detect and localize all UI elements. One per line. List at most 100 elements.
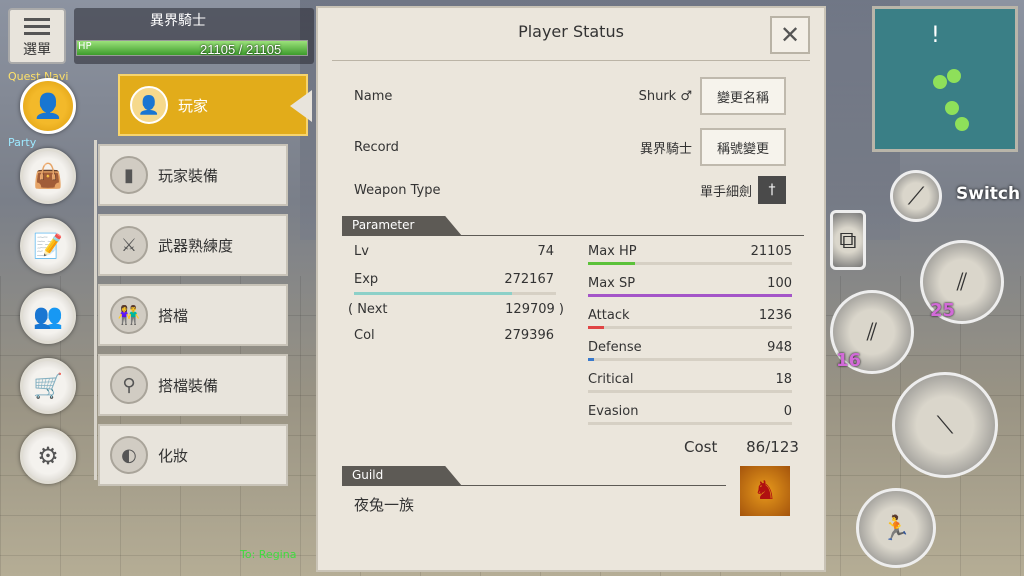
claw-icon: ⟋ — [907, 182, 925, 210]
minimap-marker — [955, 117, 969, 131]
minimap[interactable]: ! — [872, 6, 1018, 152]
rapier-icon: ⟍ — [936, 411, 954, 439]
stat-label: Attack — [588, 308, 630, 323]
submenu-partner[interactable]: 👫 搭檔 — [98, 284, 288, 346]
inventory-menu-circle[interactable]: 👜 — [20, 148, 76, 204]
sword-skill-icon: ⫽ — [866, 318, 878, 346]
exp-bar — [354, 292, 556, 295]
exp-value: 272167 — [504, 272, 554, 287]
submenu-weapon-proficiency[interactable]: ⚔ 武器熟練度 — [98, 214, 288, 276]
stat-row: Defense 948 — [588, 340, 792, 361]
hamburger-icon — [24, 18, 50, 35]
guild-heading: Guild — [342, 466, 462, 486]
party-label[interactable]: Party — [8, 136, 36, 149]
quest-menu-circle[interactable]: 📝 — [20, 218, 76, 274]
hp-text: 21105 / 21105 — [200, 42, 282, 57]
lv-row: Lv 74 — [354, 244, 554, 259]
attack-button[interactable]: ⟍ — [892, 372, 998, 478]
bag-icon: 👜 — [33, 162, 63, 190]
stat-bar — [588, 294, 792, 297]
stat-bar — [588, 358, 792, 361]
stat-row: Max SP 100 — [588, 276, 792, 297]
next-label: ( Next — [348, 302, 388, 317]
stat-bar — [588, 390, 792, 393]
stat-bar-fill — [588, 358, 595, 361]
stat-row-text: Critical 18 — [588, 372, 792, 387]
player-menu-circle[interactable]: 👤 — [20, 78, 76, 134]
submenu-pointer — [290, 90, 312, 122]
stat-value: 948 — [767, 340, 792, 355]
exp-label: Exp — [354, 272, 379, 287]
stat-label: Max HP — [588, 244, 637, 259]
person-icon: 👤 — [130, 86, 168, 124]
next-row: ( Next 129709 ) — [348, 302, 564, 317]
weapon-type-row: Weapon Type 單手細劍 † — [354, 170, 786, 210]
menu-label: 選單 — [23, 42, 51, 58]
player-title: 異界騎士 — [150, 13, 206, 29]
submenu-player-equipment[interactable]: ▮ 玩家裝備 — [98, 144, 288, 206]
submenu-makeup[interactable]: ◐ 化妝 — [98, 424, 288, 486]
col-label: Col — [354, 328, 375, 343]
friends-icon: 👥 — [33, 302, 63, 330]
weapon-type-value: 單手細劍 — [699, 184, 752, 200]
running-figure-icon: 🏃 — [881, 514, 911, 542]
player-status-panel: Player Status ✕ Name Shurk ♂ 變更名稱 Record… — [316, 6, 826, 572]
stat-row: Max HP 21105 — [588, 244, 792, 265]
rename-button[interactable]: 變更名稱 — [700, 77, 786, 115]
stat-value: 0 — [783, 404, 792, 419]
exp-bar-fill — [354, 292, 512, 295]
stat-row-text: Max HP 21105 — [588, 244, 792, 259]
submenu-partner-equipment[interactable]: ⚲ 搭檔裝備 — [98, 354, 288, 416]
switch-label: Switch — [956, 184, 1021, 204]
stat-bar — [588, 326, 792, 329]
parameter-divider — [342, 235, 804, 236]
stat-value: 21105 — [750, 244, 792, 259]
stat-row-text: Max SP 100 — [588, 276, 792, 291]
menu-connector-line — [94, 140, 97, 480]
weapon-type-label: Weapon Type — [354, 182, 441, 198]
stat-bar — [588, 422, 792, 425]
stat-row: Critical 18 — [588, 372, 792, 393]
cost-row: Cost 86/123 — [684, 438, 799, 456]
stat-value: 100 — [767, 276, 792, 291]
change-title-button[interactable]: 稱號變更 — [700, 128, 786, 166]
guild-name: 夜兔一族 — [354, 496, 415, 514]
partner-icon: 👫 — [110, 296, 148, 334]
submenu-label: 搭檔 — [158, 306, 189, 325]
stat-row: Attack 1236 — [588, 308, 792, 329]
stat-label: Critical — [588, 372, 634, 387]
minimap-marker — [933, 75, 947, 89]
guild-emblem-icon: ♞ — [740, 466, 790, 516]
next-value: 129709 ) — [505, 302, 564, 317]
quest-marker-icon: ! — [931, 23, 940, 48]
stat-label: Evasion — [588, 404, 639, 419]
cost-value: 86/123 — [746, 438, 799, 456]
skill-2-count: 16 — [836, 350, 862, 371]
record-label: Record — [354, 139, 399, 155]
settings-menu-circle[interactable]: ⚙ — [20, 428, 76, 484]
panel-title: Player Status — [518, 22, 624, 41]
guild-divider — [342, 485, 726, 486]
friends-menu-circle[interactable]: 👥 — [20, 288, 76, 344]
shop-menu-circle[interactable]: 🛒 — [20, 358, 76, 414]
submenu-label: 搭檔裝備 — [158, 376, 219, 395]
crossed-swords-icon: ⚔ — [110, 226, 148, 264]
lv-value: 74 — [537, 244, 554, 259]
main-menu-button[interactable]: 選單 — [8, 8, 66, 64]
submenu-player[interactable]: 👤 玩家 — [118, 74, 308, 136]
stat-bar-fill — [588, 294, 792, 297]
stat-bar — [588, 262, 792, 265]
stat-row-text: Defense 948 — [588, 340, 792, 355]
name-row: Name Shurk ♂ 變更名稱 — [354, 76, 786, 116]
switch-button[interactable]: ⟋ — [890, 170, 942, 222]
skill-1-count: 25 — [930, 300, 956, 321]
stat-bar-fill — [588, 326, 605, 329]
gear-icon: ⚙ — [37, 442, 59, 470]
armor-icon: ▮ — [110, 156, 148, 194]
close-button[interactable]: ✕ — [770, 16, 810, 54]
stat-row: Evasion 0 — [588, 404, 792, 425]
item-shortcut-button[interactable]: ⧉ — [830, 210, 866, 270]
name-value: Shurk ♂ — [638, 88, 692, 104]
dash-button[interactable]: 🏃 — [856, 488, 936, 568]
submenu-label: 武器熟練度 — [158, 236, 234, 255]
